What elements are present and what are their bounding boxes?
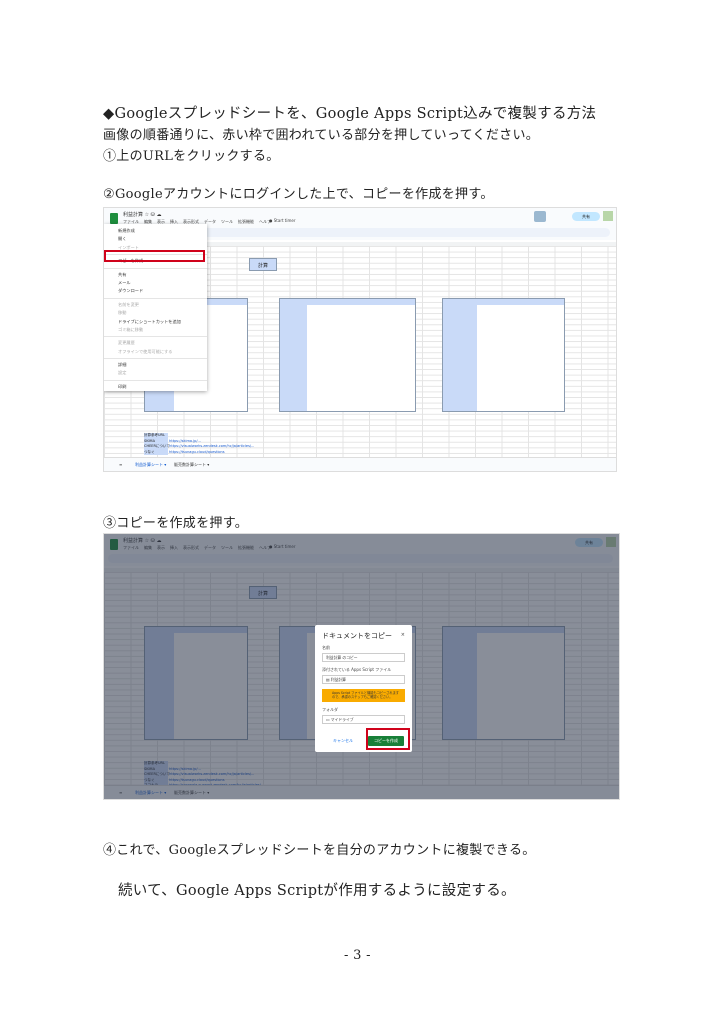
- start-timer[interactable]: ● Start timer: [269, 218, 296, 223]
- tab-profit[interactable]: 利益計算シート ▾: [135, 462, 166, 468]
- calc-button[interactable]: 計算: [249, 258, 277, 271]
- tab-sales[interactable]: 販売数計算シート ▾: [174, 462, 209, 468]
- fee-table-2: [279, 298, 416, 412]
- menu-item-email[interactable]: メール: [104, 279, 207, 287]
- menu-item-download[interactable]: ダウンロード: [104, 287, 207, 295]
- name-input[interactable]: 利益計算 のコピー: [322, 653, 405, 662]
- heading: ◆Googleスプレッドシートを、Google Apps Script込みで複製…: [103, 106, 597, 122]
- sheets-logo-icon: [110, 213, 118, 224]
- menu-item-details[interactable]: 詳細: [104, 361, 207, 369]
- highlight-make-copy-button: [366, 728, 410, 750]
- menu-item-offline[interactable]: オフラインで使用可能にする: [104, 348, 207, 356]
- step-3: ③コピーを作成を押す。: [103, 516, 249, 531]
- menu-tools[interactable]: ツール: [221, 219, 233, 225]
- cancel-button[interactable]: キャンセル: [333, 738, 353, 744]
- menu-item-shortcut[interactable]: ドライブにショートカットを追加: [104, 318, 207, 326]
- folder-input[interactable]: ▭ マイドライブ: [322, 715, 405, 724]
- menu-item-history[interactable]: 変更履歴: [104, 339, 207, 347]
- page-number: - 3 -: [344, 948, 371, 963]
- menu-item-print[interactable]: 印刷: [104, 383, 207, 391]
- script-label: 添付されている Apps Script ファイル: [322, 667, 392, 672]
- share-button[interactable]: 共有: [572, 212, 600, 221]
- menu-item-rename[interactable]: 名前を変更: [104, 301, 207, 309]
- menu-extensions[interactable]: 拡張機能: [238, 219, 254, 225]
- highlight-make-copy: [104, 250, 205, 262]
- intro-text: 画像の順番通りに、赤い枠で囲われている部分を押していってください。: [103, 128, 540, 143]
- reference-urls: 計算参考URL SKIMA https://skima.jp/... CHEER…: [144, 433, 255, 455]
- meet-icon: [534, 211, 546, 222]
- name-label: 名前: [322, 645, 330, 650]
- step-4: ④これで、Googleスプレッドシートを自分のアカウントに複製できる。: [103, 843, 536, 858]
- warning-banner: Apps Script ファイルと機能もコピーされますので、承認のステップもご確…: [322, 689, 405, 702]
- next-step: 続いて、Google Apps Scriptが作用するように設定する。: [118, 883, 516, 899]
- menu-item-new[interactable]: 新規作成: [104, 227, 207, 235]
- menu-item-open[interactable]: 開く: [104, 235, 207, 243]
- doc-title: 利益計算 ☆ ⛁ ☁: [123, 212, 162, 218]
- avatar: [603, 211, 613, 221]
- menu-item-move[interactable]: 移動: [104, 309, 207, 317]
- menu-item-trash[interactable]: ゴミ箱に移動: [104, 326, 207, 334]
- all-sheets-icon[interactable]: ≡: [119, 462, 122, 467]
- menu-item-share[interactable]: 共有: [104, 271, 207, 279]
- sheet-tabs: ≡ 利益計算シート ▾ 販売数計算シート ▾: [104, 457, 616, 471]
- fee-table-3: [442, 298, 565, 412]
- script-file[interactable]: ▤ 利益計算: [322, 675, 405, 684]
- step-2: ②Googleアカウントにログインした上で、コピーを作成を押す。: [103, 187, 494, 202]
- menu-item-settings[interactable]: 設定: [104, 369, 207, 377]
- step-1: ①上のURLをクリックする。: [103, 149, 280, 164]
- close-icon[interactable]: ×: [401, 632, 405, 638]
- screenshot-file-menu: 利益計算 ☆ ⛁ ☁ ファイル 編集 表示 挿入 表示形式 データ ツール 拡張機能 ヘルプ ●…: [103, 207, 617, 472]
- dialog-title: ドキュメントをコピー: [322, 632, 392, 640]
- screenshot-copy-dialog: 利益計算 ☆ ⛁ ☁ ファイル編集表示挿入表示形式データツール拡張機能ヘルプ ●…: [103, 533, 620, 800]
- folder-label: フォルダ: [322, 707, 338, 712]
